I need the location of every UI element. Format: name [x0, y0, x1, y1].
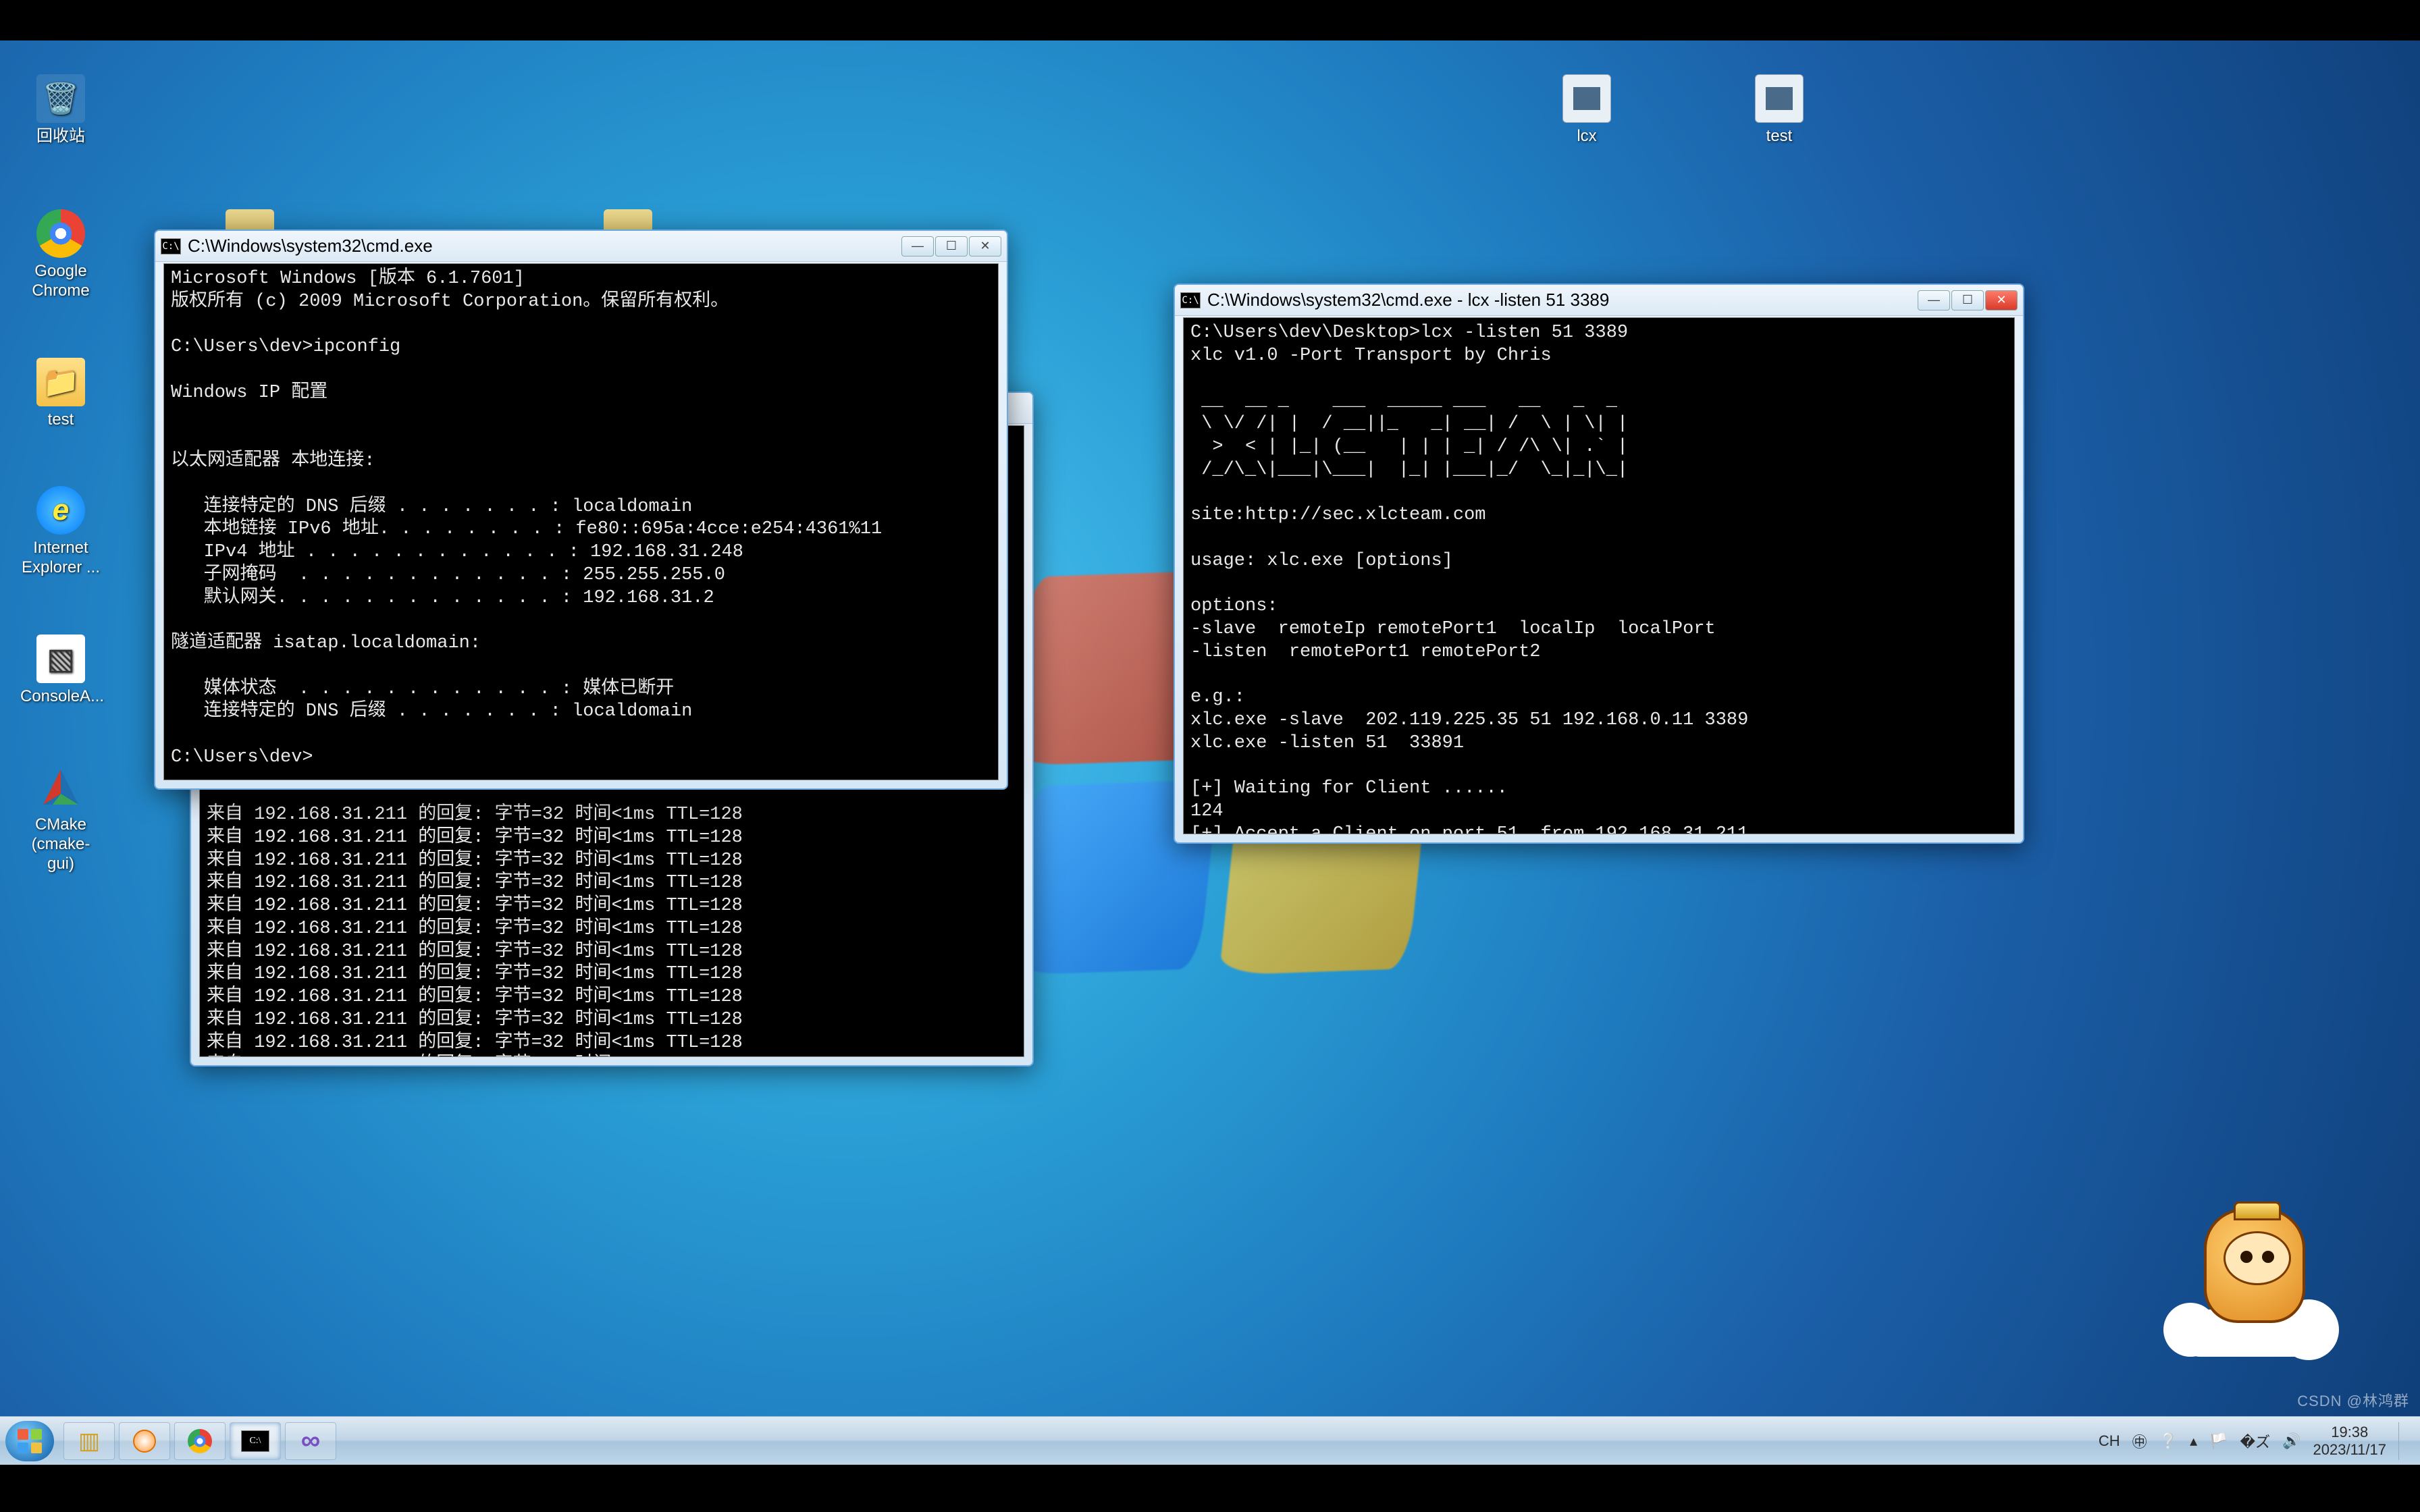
desktop-icon-test-exe[interactable]: test [1739, 74, 1820, 146]
icon-label: Google Chrome [20, 262, 101, 301]
console-icon: ▧ [36, 634, 85, 683]
tray-help-icon[interactable]: ❔ [2159, 1432, 2178, 1450]
desktop[interactable]: 🗑️ 回收站 Google Chrome 📁 test e Internet E… [0, 40, 2420, 1465]
window-titlebar[interactable]: C:\ C:\Windows\system32\cmd.exe - lcx -l… [1175, 285, 2023, 316]
desktop-icon-test-folder[interactable]: 📁 test [20, 358, 101, 430]
taskbar-visualstudio[interactable]: ∞ [285, 1422, 336, 1460]
folder-icon: 📁 [36, 358, 85, 406]
tray-ime-icon[interactable]: ㊥ [2132, 1430, 2147, 1452]
desktop-icon-console[interactable]: ▧ ConsoleA... [20, 634, 101, 707]
cmd-icon: C:\ [161, 238, 181, 254]
close-button[interactable]: ✕ [1985, 290, 2018, 310]
desktop-icon-ie[interactable]: e Internet Explorer ... [20, 486, 101, 578]
icon-label: Internet Explorer ... [20, 539, 101, 578]
desktop-icon-chrome[interactable]: Google Chrome [20, 209, 101, 301]
tray-clock[interactable]: 19:38 2023/11/17 [2313, 1424, 2386, 1458]
taskbar-explorer[interactable]: ▥ [63, 1422, 115, 1460]
icon-label: test [1739, 127, 1820, 146]
exe-icon [1755, 74, 1804, 123]
show-desktop-button[interactable] [2398, 1422, 2411, 1460]
minimize-button[interactable]: — [1918, 290, 1950, 310]
maximize-button[interactable]: ☐ [935, 236, 968, 256]
taskbar-chrome[interactable] [174, 1422, 226, 1460]
desktop-icon-recycle-bin[interactable]: 🗑️ 回收站 [20, 74, 101, 146]
watermark: CSDN @林鸿群 [2297, 1389, 2409, 1411]
tray-time: 19:38 [2313, 1424, 2386, 1440]
system-tray[interactable]: CH ㊥ ❔ ▴ 🏳️ �ズ 🔊 19:38 2023/11/17 [2099, 1422, 2415, 1460]
window-title: C:\Windows\system32\cmd.exe [188, 236, 433, 256]
desktop-icon-lcx[interactable]: lcx [1546, 74, 1627, 146]
maximize-button[interactable]: ☐ [1951, 290, 1984, 310]
icon-label: 回收站 [20, 127, 101, 146]
chrome-icon [36, 209, 85, 258]
terminal-output: Microsoft Windows [版本 6.1.7601] 版权所有 (c)… [163, 263, 999, 780]
close-button[interactable]: ✕ [969, 236, 1001, 256]
tray-volume-icon[interactable]: 🔊 [2282, 1432, 2300, 1450]
cmake-icon [36, 763, 85, 811]
cmd-window-ipconfig[interactable]: C:\ C:\Windows\system32\cmd.exe — ☐ ✕ Mi… [154, 230, 1008, 790]
recycle-bin-icon: 🗑️ [36, 74, 85, 123]
icon-label: CMake (cmake-gui) [20, 815, 101, 873]
taskbar[interactable]: ▥ C:\ ∞ CH ㊥ ❔ ▴ 🏳️ �ズ 🔊 19:38 2023/11/1… [0, 1416, 2420, 1465]
tray-date: 2023/11/17 [2313, 1441, 2386, 1458]
cmd-window-lcx[interactable]: C:\ C:\Windows\system32\cmd.exe - lcx -l… [1174, 284, 2024, 844]
window-titlebar[interactable]: C:\ C:\Windows\system32\cmd.exe — ☐ ✕ [155, 231, 1007, 262]
terminal-output: C:\Users\dev\Desktop>lcx -listen 51 3389… [1183, 317, 2015, 834]
taskbar-cmd[interactable]: C:\ [230, 1422, 281, 1460]
tray-language[interactable]: CH [2099, 1432, 2120, 1450]
desktop-mascot[interactable] [2163, 1168, 2339, 1357]
icon-label: test [20, 410, 101, 430]
window-title: C:\Windows\system32\cmd.exe - lcx -liste… [1207, 290, 1609, 310]
icon-label: ConsoleA... [20, 687, 101, 707]
icon-label: lcx [1546, 127, 1627, 146]
desktop-icon-cmake[interactable]: CMake (cmake-gui) [20, 763, 101, 873]
start-button[interactable] [5, 1421, 54, 1461]
windows-logo-icon [18, 1429, 42, 1453]
cmd-icon: C:\ [1180, 292, 1201, 308]
tray-chevron-icon[interactable]: ▴ [2190, 1432, 2197, 1450]
exe-icon [1562, 74, 1611, 123]
minimize-button[interactable]: — [901, 236, 934, 256]
tray-action-center-icon[interactable]: 🏳️ [2209, 1432, 2228, 1450]
tray-network-icon[interactable]: �ズ [2240, 1430, 2271, 1452]
ie-icon: e [36, 486, 85, 535]
taskbar-media-player[interactable] [119, 1422, 170, 1460]
